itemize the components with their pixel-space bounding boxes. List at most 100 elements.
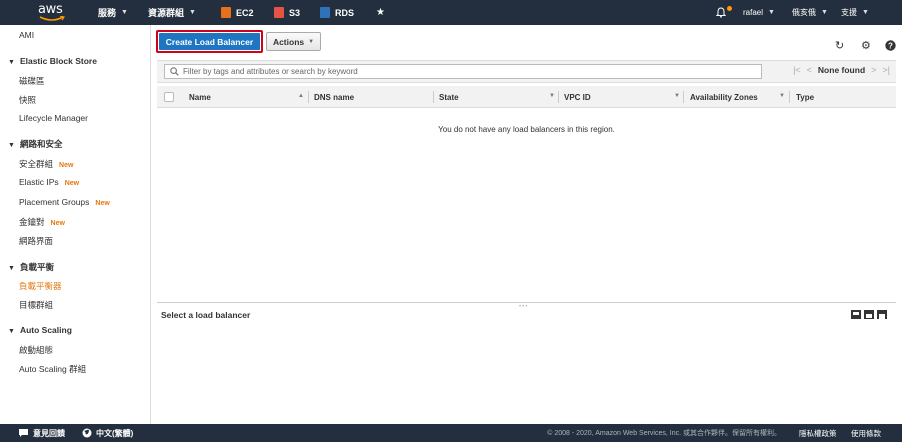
column-header-vpc-id[interactable]: VPC ID: [564, 86, 591, 108]
feedback-button[interactable]: 意見回饋: [18, 424, 65, 442]
new-badge: New: [59, 162, 74, 169]
column-header-state[interactable]: State: [439, 86, 459, 108]
support-menu[interactable]: 支援 ▼: [841, 0, 869, 25]
last-page-icon[interactable]: >|: [882, 65, 890, 75]
globe-icon: [82, 428, 92, 438]
pin-ec2[interactable]: EC2: [221, 0, 254, 25]
chevron-down-icon: ▼: [768, 9, 775, 16]
sidebar: AMI ▼ Elastic Block Store 磁碟區 快照 Lifecycl…: [0, 25, 151, 424]
pane-layout-controls: [851, 310, 887, 319]
column-header-dns-name[interactable]: DNS name: [314, 86, 354, 108]
sidebar-item-snapshots[interactable]: 快照: [19, 94, 36, 106]
pagination: |< < None found > >|: [793, 65, 890, 75]
create-load-balancer-label: Create Load Balancer: [159, 33, 260, 50]
caret-down-icon: ▼: [8, 142, 15, 149]
chevron-down-icon: ▼: [189, 9, 196, 16]
empty-table-message: You do not have any load balancers in th…: [438, 125, 615, 134]
sidebar-item-launch-configurations[interactable]: 啟動組態: [19, 344, 53, 356]
sidebar-section-title: Elastic Block Store: [19, 56, 97, 66]
sidebar-section-load-balancing[interactable]: ▼ 負載平衡: [8, 261, 54, 273]
filter-bar: Filter by tags and attributes or search …: [157, 60, 896, 83]
chevron-down-icon: ▼: [121, 9, 128, 16]
sort-icon[interactable]: ▼: [549, 93, 555, 99]
pane-divider[interactable]: [157, 302, 896, 303]
resource-groups-label: 資源群組: [148, 8, 185, 18]
feedback-label: 意見回饋: [33, 428, 65, 438]
new-badge: New: [95, 200, 110, 207]
ec2-icon: [221, 7, 231, 18]
support-label: 支援: [841, 8, 857, 17]
refresh-icon[interactable]: ↻: [835, 40, 844, 52]
table-header: Name ▲ DNS name State ▼ VPC ID ▼ Availab…: [157, 86, 896, 108]
privacy-policy-link[interactable]: 隱私權政策: [799, 424, 837, 442]
sidebar-item-lifecycle-manager[interactable]: Lifecycle Manager: [19, 113, 88, 123]
pin-rds-label: RDS: [335, 7, 355, 18]
aws-logo-text: aws: [38, 2, 63, 17]
sidebar-section-title: Auto Scaling: [19, 325, 72, 335]
svg-text:?: ?: [888, 42, 893, 51]
sidebar-item-label: Elastic IPs: [19, 177, 59, 187]
notification-dot: [727, 6, 732, 11]
terms-of-use-link[interactable]: 使用條款: [851, 424, 881, 442]
sidebar-item-ami[interactable]: AMI: [19, 30, 34, 40]
resource-groups-menu[interactable]: 資源群組 ▼: [148, 0, 196, 25]
aws-smile-icon: [39, 16, 65, 21]
pin-rds[interactable]: RDS: [320, 0, 354, 25]
sidebar-item-placement-groups[interactable]: Placement Groups New: [19, 197, 110, 207]
aws-logo[interactable]: aws: [38, 2, 68, 22]
sidebar-section-network-security[interactable]: ▼ 網路和安全: [8, 138, 62, 150]
filter-search-input[interactable]: Filter by tags and attributes or search …: [164, 64, 762, 79]
s3-icon: [274, 7, 284, 18]
column-header-name[interactable]: Name: [189, 86, 211, 108]
sidebar-item-elastic-ips[interactable]: Elastic IPs New: [19, 177, 79, 187]
sort-ascending-icon[interactable]: ▲: [298, 93, 304, 99]
pin-ec2-label: EC2: [236, 7, 254, 18]
column-header-availability-zones[interactable]: Availability Zones: [690, 86, 758, 108]
column-separator: [683, 91, 684, 103]
actions-dropdown[interactable]: Actions ▼: [266, 32, 321, 51]
prev-page-icon[interactable]: <: [807, 65, 812, 75]
sidebar-item-key-pairs[interactable]: 金鑰對 New: [19, 216, 65, 228]
sidebar-item-security-groups[interactable]: 安全群組 New: [19, 158, 73, 170]
sidebar-item-network-interfaces[interactable]: 網路界面: [19, 235, 53, 247]
services-menu[interactable]: 服務 ▼: [98, 0, 128, 25]
column-separator: [789, 91, 790, 103]
sidebar-item-target-groups[interactable]: 目標群組: [19, 299, 53, 311]
first-page-icon[interactable]: |<: [793, 65, 801, 75]
sidebar-section-title: 負載平衡: [19, 262, 54, 272]
gear-icon[interactable]: ⚙: [861, 40, 871, 52]
sort-icon[interactable]: ▼: [779, 93, 785, 99]
top-navigation-bar: aws 服務 ▼ 資源群組 ▼ EC2 S3 RDS ★ rafael ▼ 俄亥…: [0, 0, 902, 25]
pagination-status: None found: [817, 65, 866, 75]
speech-bubble-icon: [19, 429, 28, 437]
sidebar-section-ebs[interactable]: ▼ Elastic Block Store: [8, 56, 97, 66]
sidebar-item-load-balancers[interactable]: 負載平衡器: [19, 280, 62, 292]
notifications-button[interactable]: [716, 0, 726, 25]
account-menu[interactable]: rafael ▼: [743, 0, 775, 25]
pin-s3[interactable]: S3: [274, 0, 300, 25]
new-badge: New: [64, 180, 80, 187]
pin-edit-button[interactable]: ★: [376, 0, 385, 25]
layout-top-large-icon[interactable]: [877, 310, 887, 319]
next-page-icon[interactable]: >: [871, 65, 876, 75]
sidebar-section-auto-scaling[interactable]: ▼ Auto Scaling: [8, 325, 72, 335]
help-icon[interactable]: ?: [885, 40, 896, 54]
language-selector[interactable]: 中文(繁體): [82, 424, 133, 442]
sidebar-item-label: 安全群組: [19, 159, 54, 169]
pin-s3-label: S3: [289, 7, 301, 18]
resize-handle[interactable]: •••: [519, 304, 528, 310]
caret-down-icon: ▼: [8, 59, 15, 66]
sidebar-item-volumes[interactable]: 磁碟區: [19, 75, 45, 87]
layout-split-icon[interactable]: [864, 310, 874, 319]
layout-bottom-large-icon[interactable]: [851, 310, 861, 319]
column-header-type[interactable]: Type: [796, 86, 814, 108]
select-all-checkbox[interactable]: [164, 92, 174, 102]
create-load-balancer-button[interactable]: Create Load Balancer: [156, 30, 263, 53]
sidebar-item-label: 金鑰對: [19, 217, 45, 227]
column-separator: [558, 91, 559, 103]
actions-label: Actions: [272, 36, 305, 47]
account-username: rafael: [743, 8, 764, 17]
region-menu[interactable]: 俄亥俄 ▼: [792, 0, 828, 25]
sidebar-item-auto-scaling-groups[interactable]: Auto Scaling 群組: [19, 363, 86, 375]
sort-icon[interactable]: ▼: [674, 93, 680, 99]
